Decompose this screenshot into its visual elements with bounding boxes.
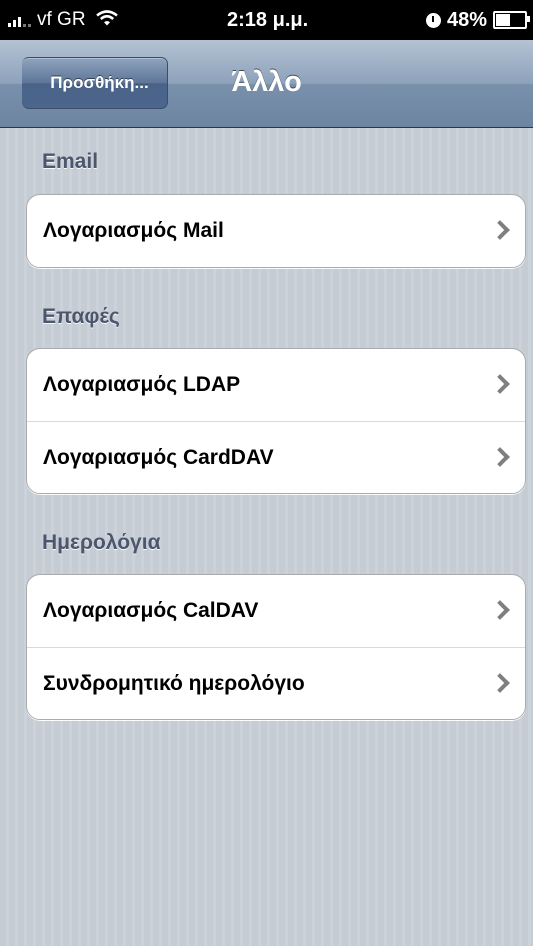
row-subscribed-calendar[interactable]: Συνδρομητικό ημερολόγιο	[27, 647, 525, 719]
row-label: Λογαριασμός CardDAV	[43, 445, 274, 469]
group-contacts: Λογαριασμός LDAP Λογαριασμός CardDAV	[26, 348, 526, 494]
row-label: Λογαριασμός Mail	[43, 219, 224, 242]
status-left: vf GR	[8, 9, 118, 31]
back-button-label: Προσθήκη...	[50, 73, 149, 92]
row-label: Συνδρομητικό ημερολόγιο	[43, 671, 305, 695]
screen: vf GR 2:18 μ.μ. 48% Προσθήκη... Άλλο Ema…	[0, 0, 533, 946]
section-header-contacts: Επαφές	[42, 305, 120, 328]
signal-bars-icon	[8, 13, 31, 27]
row-caldav-account[interactable]: Λογαριασμός CalDAV	[27, 575, 525, 647]
group-email: Λογαριασμός Mail	[26, 194, 526, 268]
status-time: 2:18 μ.μ.	[227, 9, 309, 31]
section-header-email: Email	[42, 150, 99, 173]
section-header-calendars: Ημερολόγια	[42, 531, 161, 554]
battery-icon	[493, 11, 530, 29]
group-calendars: Λογαριασμός CalDAV Συνδρομητικό ημερολόγ…	[26, 574, 526, 720]
row-carddav-account[interactable]: Λογαριασμός CardDAV	[27, 421, 525, 493]
row-ldap-account[interactable]: Λογαριασμός LDAP	[27, 349, 525, 421]
status-bar: vf GR 2:18 μ.μ. 48%	[0, 0, 533, 40]
alarm-clock-icon	[425, 12, 441, 28]
row-label: Λογαριασμός CalDAV	[43, 599, 259, 622]
battery-percent: 48%	[446, 9, 487, 31]
row-label: Λογαριασμός LDAP	[43, 373, 241, 396]
row-mail-account[interactable]: Λογαριασμός Mail	[27, 195, 525, 267]
navigation-bar: Προσθήκη... Άλλο	[0, 40, 533, 128]
status-right: 48%	[425, 9, 530, 31]
wifi-icon	[95, 9, 118, 31]
carrier-name: vf GR	[37, 9, 86, 30]
